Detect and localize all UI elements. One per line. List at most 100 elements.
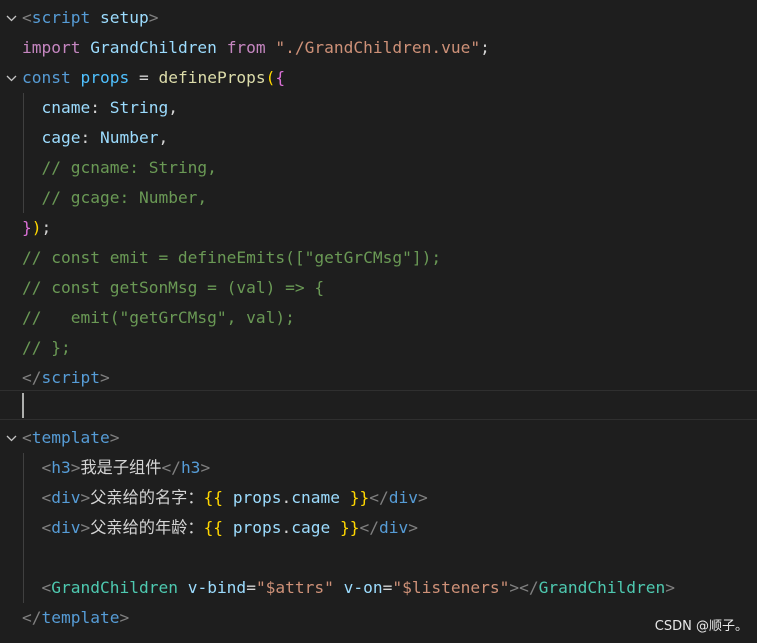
code-line[interactable]: </script> xyxy=(0,363,757,393)
code-line[interactable]: // const getSonMsg = (val) => { xyxy=(0,273,757,303)
code-token: ) xyxy=(31,218,42,237)
code-token: > xyxy=(200,458,211,477)
code-token: div xyxy=(388,488,419,507)
code-token: : xyxy=(90,98,110,117)
code-token: // emit("getGrCMsg", val); xyxy=(22,308,295,327)
code-token: // const emit = defineEmits(["getGrCMsg"… xyxy=(22,248,442,267)
code-line[interactable]: // gcname: String, xyxy=(0,153,757,183)
code-line[interactable]: cname: String, xyxy=(0,93,757,123)
code-token: , xyxy=(168,98,178,117)
code-line-text: import GrandChildren from "./GrandChildr… xyxy=(22,33,490,63)
code-token: 我是子组件 xyxy=(80,458,162,477)
code-line-text: const props = defineProps({ xyxy=(22,63,285,93)
code-token: GrandChildren xyxy=(90,38,217,57)
code-token: = xyxy=(246,578,256,597)
code-token: < xyxy=(41,488,52,507)
code-token: 父亲给的年龄： xyxy=(90,518,204,537)
code-token: > xyxy=(99,368,110,387)
code-token: 父亲给的名字： xyxy=(90,488,204,507)
code-line[interactable]: // const emit = defineEmits(["getGrCMsg"… xyxy=(0,243,757,273)
code-line[interactable]: }); xyxy=(0,213,757,243)
code-token: ( xyxy=(265,68,276,87)
code-line[interactable]: <script setup> xyxy=(0,3,757,33)
code-token: ></ xyxy=(509,578,539,597)
code-token: props xyxy=(232,488,282,507)
chevron-down-icon[interactable] xyxy=(4,63,18,93)
code-token: "$attrs" xyxy=(255,578,334,597)
code-line[interactable]: </template> xyxy=(0,603,757,633)
code-token: > xyxy=(665,578,676,597)
chevron-down-icon[interactable] xyxy=(4,423,18,453)
code-line[interactable]: <GrandChildren v-bind="$attrs" v-on="$li… xyxy=(0,573,757,603)
code-line-text: <GrandChildren v-bind="$attrs" v-on="$li… xyxy=(22,573,676,603)
code-token: // const getSonMsg = (val) => { xyxy=(22,278,325,297)
code-line-text: // gcname: String, xyxy=(22,153,217,183)
code-line-text: }); xyxy=(22,213,51,243)
code-line[interactable]: <div>父亲给的年龄：{{ props.cage }}</div> xyxy=(0,513,757,543)
code-line[interactable]: <h3>我是子组件</h3> xyxy=(0,453,757,483)
code-line[interactable]: // gcage: Number, xyxy=(0,183,757,213)
code-token: GrandChildren xyxy=(51,578,178,597)
code-token: < xyxy=(22,8,32,27)
code-line[interactable]: // }; xyxy=(0,333,757,363)
code-token: </ xyxy=(22,368,42,387)
code-editor[interactable]: <script setup> import GrandChildren from … xyxy=(0,0,757,643)
code-token: div xyxy=(51,518,81,537)
code-token: cname xyxy=(291,488,341,507)
code-token: script xyxy=(41,368,100,387)
code-token: "./GrandChildren.vue" xyxy=(275,38,481,57)
code-token: = xyxy=(382,578,393,597)
code-token: props xyxy=(80,68,130,87)
watermark: CSDN @顺子。 xyxy=(654,619,748,634)
code-token: setup xyxy=(99,8,149,27)
code-line[interactable]: cage: Number, xyxy=(0,123,757,153)
code-token: import xyxy=(22,38,81,57)
code-token: < xyxy=(41,578,52,597)
code-line-text: // const getSonMsg = (val) => { xyxy=(22,273,324,303)
code-token: h3 xyxy=(51,458,71,477)
code-token: </ xyxy=(22,608,42,627)
code-token: {{ xyxy=(203,488,224,507)
code-line[interactable]: const props = defineProps({ xyxy=(0,63,757,93)
code-token: // gcname: String, xyxy=(41,158,217,177)
indent-guide xyxy=(23,93,24,213)
code-line[interactable] xyxy=(0,543,757,573)
code-token: </ xyxy=(359,518,380,537)
code-line[interactable]: import GrandChildren from "./GrandChildr… xyxy=(0,33,757,63)
code-token: GrandChildren xyxy=(538,578,666,597)
code-line[interactable]: <template> xyxy=(0,423,757,453)
code-token: h3 xyxy=(180,458,201,477)
code-token: v-bind xyxy=(187,578,247,597)
code-token: > xyxy=(70,458,81,477)
code-token: script xyxy=(31,8,91,27)
code-line-text: cname: String, xyxy=(22,93,178,123)
code-token: const xyxy=(22,68,71,87)
code-line-text: <h3>我是子组件</h3> xyxy=(22,453,211,483)
code-token: "$listeners" xyxy=(392,578,510,597)
code-token: // gcage: Number, xyxy=(41,188,208,207)
code-line-text: // }; xyxy=(22,333,71,363)
code-token: div xyxy=(379,518,409,537)
code-token: from xyxy=(226,38,266,57)
code-token: </ xyxy=(161,458,181,477)
code-line[interactable] xyxy=(0,393,757,423)
text-cursor xyxy=(22,393,24,418)
code-line[interactable]: // emit("getGrCMsg", val); xyxy=(0,303,757,333)
code-line-text: <script setup> xyxy=(22,3,158,33)
code-token: > xyxy=(109,428,120,447)
code-line-text: // emit("getGrCMsg", val); xyxy=(22,303,295,333)
chevron-down-icon[interactable] xyxy=(4,3,18,33)
code-token: </ xyxy=(369,488,389,507)
code-line[interactable]: <div>父亲给的名字：{{ props.cname }}</div> xyxy=(0,483,757,513)
